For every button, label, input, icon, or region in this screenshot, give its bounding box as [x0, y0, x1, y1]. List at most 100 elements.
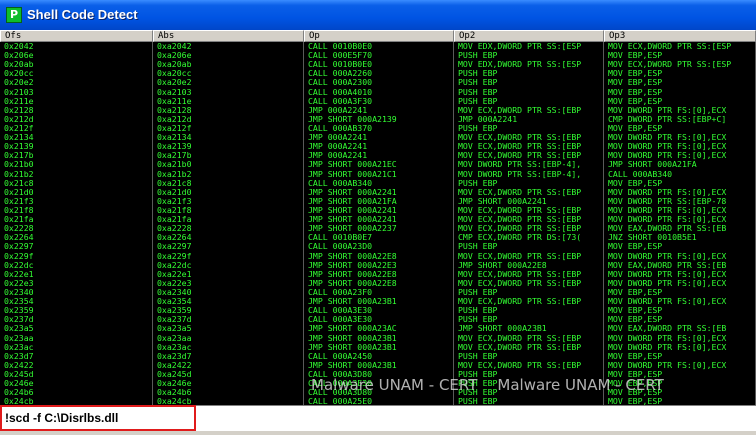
table-row[interactable]: 0x2359 0xa2359 CALL 000A3E30 PUSH EBP MOV EB…	[0, 306, 756, 316]
table-row[interactable]: 0x2042 0xa2042 CALL 0010B0E0 MOV EDX,DWORD …	[0, 42, 756, 52]
table-cell: 0xa2228	[153, 224, 304, 234]
table-row[interactable]: 0x21f8 0xa21f8 JMP SHORT 000A2241 MOV ECX,D…	[0, 205, 756, 216]
table-cell: CALL 000A4010	[304, 87, 454, 97]
table-cell: 0x23aa	[0, 333, 153, 343]
table-cell: PUSH EBP	[454, 306, 604, 316]
table-cell: JMP SHORT 000A22E8	[304, 269, 454, 279]
command-line-bar[interactable]	[196, 405, 756, 431]
table-cell: 0x212f	[0, 123, 153, 134]
table-cell: MOV ECX,DWORD PTR SS:[EBP	[454, 278, 604, 288]
table-cell: 0xa21b0	[153, 160, 304, 170]
table-row[interactable]: 0x20e2 0xa20e2 CALL 000A2300 PUSH EBP MOV EB…	[0, 78, 756, 88]
table-cell: 0xa206e	[153, 51, 304, 61]
table-cell: 0x21f3	[0, 196, 153, 206]
table-row[interactable]: 0x237d 0xa237d CALL 000A3E30 PUSH EBP MOV EB…	[0, 315, 756, 325]
table-row[interactable]: 0x229f 0xa229f JMP SHORT 000A22E8 MOV ECX,D…	[0, 251, 756, 261]
table-row[interactable]: 0x23d7 0xa23d7 CALL 000A2450 PUSH EBP MOV EB…	[0, 351, 756, 361]
table-row[interactable]: 0x2103 0xa2103 CALL 000A4010 PUSH EBP MOV EB…	[0, 87, 756, 97]
table-cell: 0x21c8	[0, 178, 153, 188]
table-row[interactable]: 0x23aa 0xa23aa JMP SHORT 000A23B1 MOV ECX,D…	[0, 333, 756, 343]
table-row[interactable]: 0x212f 0xa212f CALL 000AB370 PUSH EBP MOV EB…	[0, 123, 756, 134]
table-row[interactable]: 0x21f3 0xa21f3 JMP SHORT 000A21FA JMP SHORT…	[0, 196, 756, 206]
table-cell: 0xa2042	[153, 42, 304, 52]
table-row[interactable]: 0x21d0 0xa21d0 JMP SHORT 000A2241 MOV ECX,D…	[0, 187, 756, 197]
table-row[interactable]: 0x22e1 0xa22e1 JMP SHORT 000A22E8 MOV ECX,D…	[0, 269, 756, 279]
table-cell: PUSH EBP	[454, 388, 604, 398]
table-cell: JMP SHORT 000A2241	[454, 196, 604, 206]
table-cell: MOV DWORD PTR SS:[EBP-78	[604, 196, 756, 206]
table-cell: MOV EBP,ESP	[604, 78, 756, 88]
table-row[interactable]: 0x23a5 0xa23a5 JMP SHORT 000A23AC JMP SHORT…	[0, 324, 756, 334]
table-cell: 0x2264	[0, 233, 153, 243]
table-cell: JMP SHORT 000A22E3	[304, 260, 454, 270]
table-row[interactable]: 0x20ab 0xa20ab CALL 0010B0E0 MOV EDX,DWORD …	[0, 60, 756, 70]
table-cell: 0xa23d7	[153, 351, 304, 361]
table-row[interactable]: 0x21fa 0xa21fa JMP SHORT 000A2241 MOV ECX,D…	[0, 215, 756, 225]
table-cell: MOV ECX,DWORD PTR SS:[ESP	[604, 60, 756, 70]
table-cell: JMP 000A2241	[304, 133, 454, 143]
table-cell: CALL 000AB340	[304, 178, 454, 188]
command-input-highlight[interactable]	[0, 405, 196, 431]
table-row[interactable]: 0x246e 0xa246e CALL 000A3E30 PUSH EBP MOV EB…	[0, 379, 756, 389]
table-cell: 0xa20e2	[153, 78, 304, 88]
column-header-op2[interactable]: Op2	[454, 30, 604, 42]
table-row[interactable]: 0x24b6 0xa24b6 CALL 000A3D80 PUSH EBP MOV EB…	[0, 388, 756, 398]
table-row[interactable]: 0x21b2 0xa21b2 JMP SHORT 000A21C1 MOV DWORD…	[0, 169, 756, 179]
table-cell: 0x20e2	[0, 78, 153, 88]
results-table[interactable]: Ofs Abs Op Op2 Op3 0x2042 0xa2042 CALL 001…	[0, 30, 756, 431]
table-row[interactable]: 0x2340 0xa2340 CALL 000A23F0 PUSH EBP MOV EB…	[0, 287, 756, 298]
table-cell: MOV EBP,ESP	[604, 51, 756, 61]
table-cell: MOV EAX,DWORD PTR SS:[EB	[604, 324, 756, 334]
table-cell: 0x2359	[0, 306, 153, 316]
table-row[interactable]: 0x21c8 0xa21c8 CALL 000AB340 PUSH EBP MOV EB…	[0, 178, 756, 188]
table-row[interactable]: 0x22dc 0xa22dc JMP SHORT 000A22E3 JMP SHORT…	[0, 260, 756, 270]
table-cell: PUSH EBP	[454, 78, 604, 88]
table-row[interactable]: 0x2139 0xa2139 JMP 000A2241 MOV ECX,DWORD P…	[0, 142, 756, 152]
table-cell: JMP 000A2241	[304, 151, 454, 161]
command-input[interactable]	[2, 407, 194, 429]
column-header-ofs[interactable]: Ofs	[0, 30, 153, 42]
table-row[interactable]: 0x2264 0xa2264 CALL 0010B0E7 CMP ECX,DWORD …	[0, 233, 756, 243]
title-bar[interactable]: P Shell Code Detect	[0, 0, 756, 30]
table-cell: 0x246e	[0, 379, 153, 389]
table-cell: 0x22e3	[0, 278, 153, 288]
table-cell: 0xa229f	[153, 251, 304, 261]
table-row[interactable]: 0x211e 0xa211e CALL 000A3F30 PUSH EBP MOV EB…	[0, 96, 756, 106]
table-row[interactable]: 0x2134 0xa2134 JMP 000A2241 MOV ECX,DWORD P…	[0, 133, 756, 143]
table-cell: MOV ECX,DWORD PTR SS:[EBP	[454, 251, 604, 261]
table-cell: MOV DWORD PTR FS:[0],ECX	[604, 205, 756, 216]
table-row[interactable]: 0x212d 0xa212d JMP SHORT 000A2139 JMP 000A2…	[0, 114, 756, 124]
table-row[interactable]: 0x206e 0xa206e CALL 000E5F70 PUSH EBP MOV EB…	[0, 51, 756, 61]
table-cell: 0xa23aa	[153, 333, 304, 343]
table-cell: 0x237d	[0, 315, 153, 325]
column-header-op[interactable]: Op	[304, 30, 454, 42]
table-row[interactable]: 0x2354 0xa2354 JMP SHORT 000A23B1 MOV ECX,D…	[0, 297, 756, 307]
table-cell: 0xa20cc	[153, 69, 304, 79]
table-cell: PUSH EBP	[454, 96, 604, 106]
table-cell: CMP ECX,DWORD PTR DS:[73(	[454, 233, 604, 243]
table-row[interactable]: 0x2422 0xa2422 JMP SHORT 000A23B1 MOV ECX,D…	[0, 360, 756, 370]
table-cell: MOV EBP,ESP	[604, 96, 756, 106]
table-row[interactable]: 0x20cc 0xa20cc CALL 000A2260 PUSH EBP MOV EB…	[0, 69, 756, 79]
table-body: 0x2042 0xa2042 CALL 0010B0E0 MOV EDX,DWORD …	[0, 42, 756, 407]
table-row[interactable]: 0x21b0 0xa21b0 JMP SHORT 000A21EC MOV DWORD…	[0, 160, 756, 170]
table-cell: MOV ECX,DWORD PTR SS:[EBP	[454, 151, 604, 161]
table-cell: MOV ECX,DWORD PTR SS:[EBP	[454, 133, 604, 143]
column-header-op3[interactable]: Op3	[604, 30, 756, 42]
table-cell: 0x2103	[0, 87, 153, 97]
table-row[interactable]: 0x22e3 0xa22e3 JMP SHORT 000A22E8 MOV ECX,D…	[0, 278, 756, 288]
table-cell: JNZ SHORT 0010B5E1	[604, 233, 756, 243]
table-cell: MOV EAX,DWORD PTR SS:[EB	[604, 260, 756, 270]
table-row[interactable]: 0x2297 0xa2297 CALL 000A23D0 PUSH EBP MOV EB…	[0, 242, 756, 252]
table-cell: 0xa21b2	[153, 169, 304, 179]
table-row[interactable]: 0x2128 0xa2128 JMP 000A2241 MOV ECX,DWORD P…	[0, 105, 756, 115]
table-row[interactable]: 0x23ac 0xa23ac JMP SHORT 000A23B1 MOV ECX,D…	[0, 342, 756, 352]
table-cell: 0xa22dc	[153, 260, 304, 270]
table-cell: PUSH EBP	[454, 287, 604, 298]
table-cell: JMP SHORT 000A2241	[304, 205, 454, 216]
table-row[interactable]: 0x217b 0xa217b JMP 000A2241 MOV ECX,DWORD P…	[0, 151, 756, 161]
table-cell: CALL 000A23F0	[304, 287, 454, 298]
table-row[interactable]: 0x2228 0xa2228 JMP SHORT 000A2237 MOV ECX,D…	[0, 224, 756, 234]
column-header-abs[interactable]: Abs	[153, 30, 304, 42]
table-row[interactable]: 0x245d 0xa245d CALL 000A3D80 PUSH EBP MOV EB…	[0, 369, 756, 380]
